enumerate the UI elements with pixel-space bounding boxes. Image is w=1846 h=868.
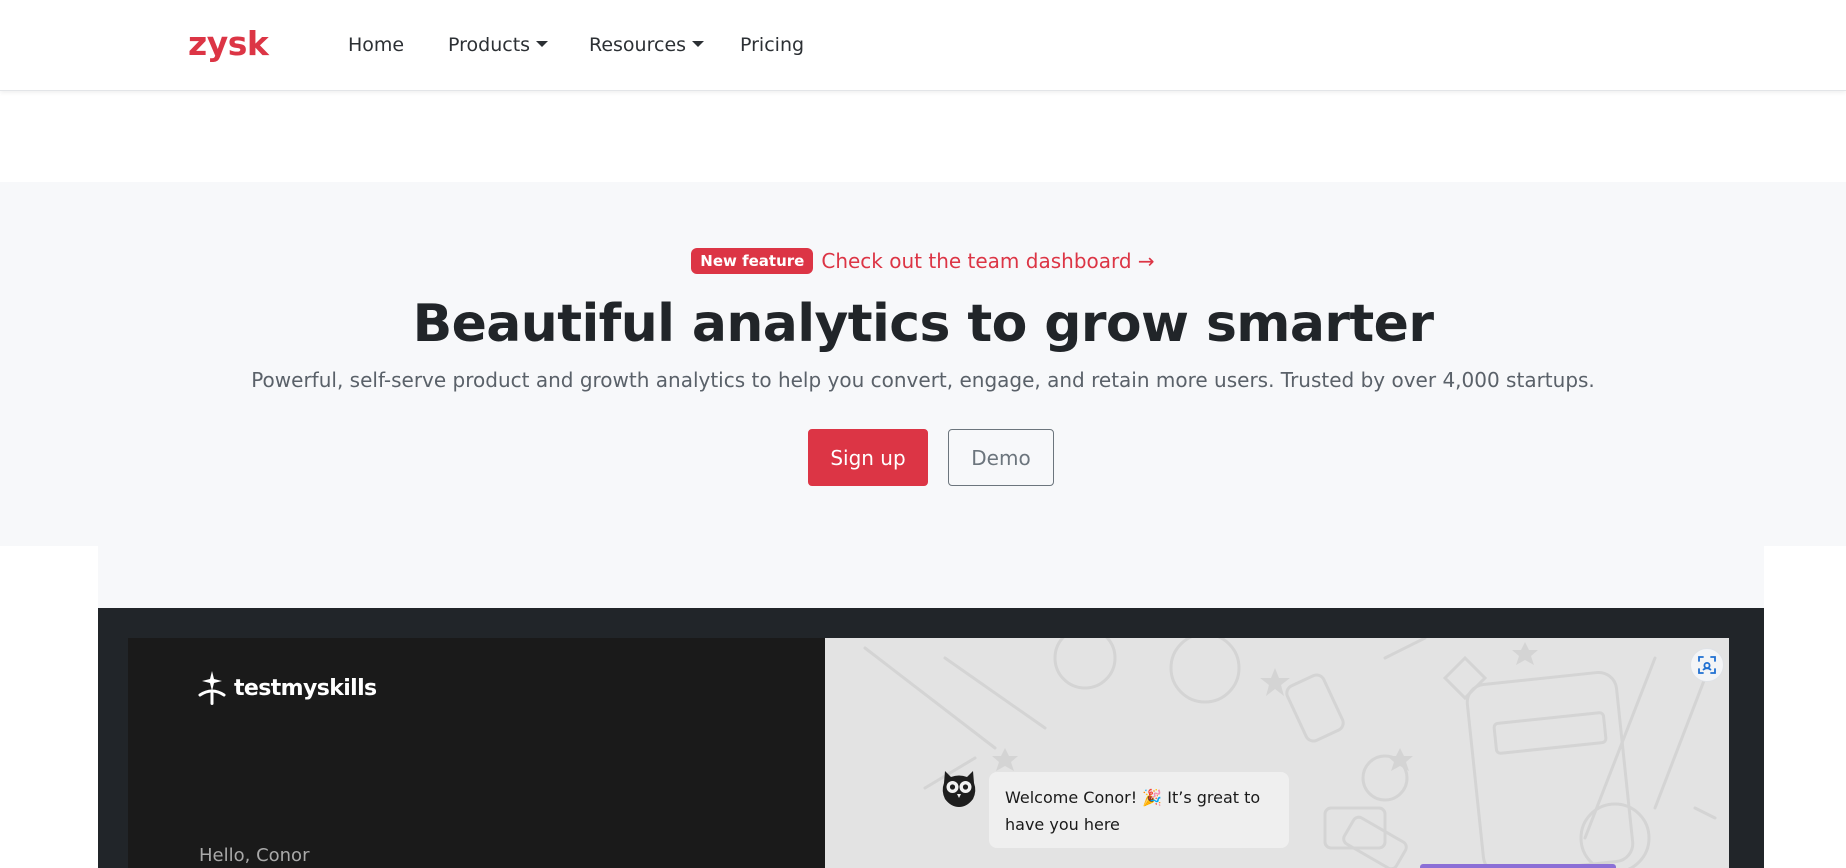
nav-products-dropdown[interactable]: Products bbox=[448, 34, 549, 56]
nav-resources-dropdown[interactable]: Resources bbox=[589, 34, 705, 56]
hero-title: Beautiful analytics to grow smarter bbox=[412, 294, 1434, 354]
user-greeting: Hello, Conor bbox=[199, 845, 310, 866]
top-navbar: zysk Home Products Resources Pricing bbox=[0, 0, 1846, 91]
caret-down-icon bbox=[536, 41, 549, 47]
app-logo: testmyskills bbox=[198, 671, 377, 705]
brand-logo[interactable]: zysk bbox=[188, 24, 269, 63]
nav-home[interactable]: Home bbox=[348, 34, 404, 56]
expand-scan-icon bbox=[1698, 656, 1716, 674]
expand-button[interactable] bbox=[1690, 648, 1724, 682]
preview-left-panel: testmyskills Hello, Conor bbox=[128, 638, 825, 868]
hero-section: New feature Check out the team dashboard … bbox=[0, 182, 1846, 546]
app-logo-text: testmyskills bbox=[234, 675, 377, 701]
demo-button[interactable]: Demo bbox=[948, 429, 1054, 486]
spark-person-icon bbox=[198, 671, 226, 705]
team-dashboard-link[interactable]: Check out the team dashboard → bbox=[821, 249, 1154, 273]
new-feature-badge: New feature bbox=[691, 248, 814, 274]
purple-card-edge bbox=[1420, 864, 1616, 868]
hero-subtitle: Powerful, self-serve product and growth … bbox=[251, 368, 1595, 392]
welcome-chat-bubble: Welcome Conor! 🎉 It’s great to have you … bbox=[989, 772, 1289, 848]
announcement: New feature Check out the team dashboard … bbox=[0, 248, 1846, 274]
preview-right-panel: Welcome Conor! 🎉 It’s great to have you … bbox=[825, 638, 1729, 868]
preview-top-band bbox=[98, 546, 1764, 608]
caret-down-icon bbox=[692, 41, 705, 47]
sign-up-button[interactable]: Sign up bbox=[808, 429, 928, 486]
owl-icon bbox=[942, 771, 976, 807]
nav-pricing[interactable]: Pricing bbox=[740, 34, 804, 56]
nav-resources-label: Resources bbox=[589, 34, 687, 56]
nav-products-label: Products bbox=[448, 34, 531, 56]
